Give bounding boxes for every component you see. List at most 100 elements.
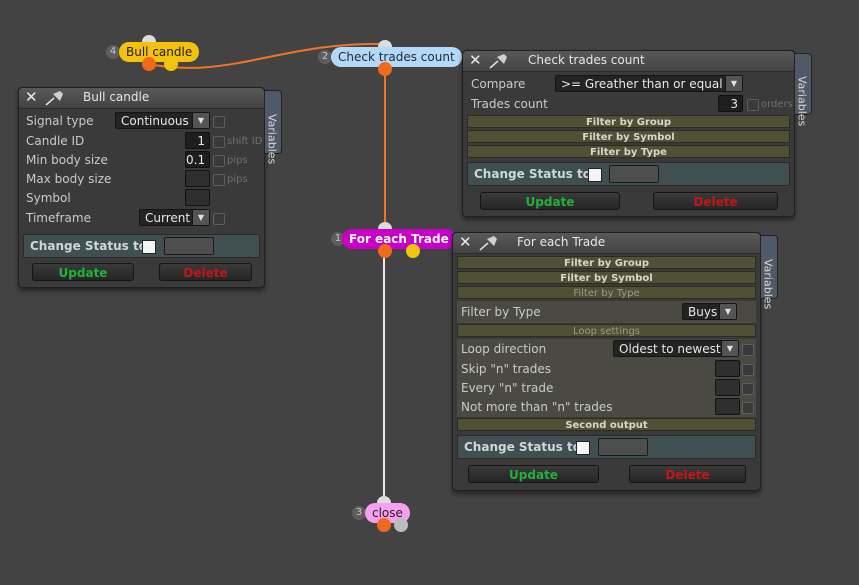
- loop-settings-header[interactable]: Loop settings: [457, 324, 756, 337]
- output-connector[interactable]: [378, 62, 392, 76]
- loop-direction-row: Loop direction Oldest to newest ▼: [457, 340, 756, 359]
- panel-title-bar[interactable]: ✕ Check trades count: [463, 51, 794, 72]
- node-check-trades-count[interactable]: 2 Check trades count: [318, 40, 462, 76]
- variables-tab[interactable]: Variables: [760, 235, 778, 309]
- signal-type-checkbox[interactable]: [213, 116, 225, 128]
- timeframe-label: Timeframe: [26, 211, 91, 225]
- status-color-swatch[interactable]: [598, 438, 648, 456]
- variables-tab[interactable]: Variables: [794, 53, 812, 126]
- max-body-label: Max body size: [26, 172, 112, 186]
- filter-by-symbol-header[interactable]: Filter by Symbol: [457, 271, 756, 284]
- for-each-trade-panel: ✕ For each Trade Variables Filter by Gro…: [452, 232, 778, 491]
- chevron-down-icon: ▼: [725, 76, 742, 91]
- loop-direction-checkbox[interactable]: [742, 344, 754, 356]
- panel-title: Bull candle: [83, 90, 150, 104]
- trades-count-input[interactable]: 3: [718, 95, 743, 112]
- timeframe-row: Timeframe Current ▼: [23, 209, 260, 228]
- node-label[interactable]: For each Trade: [342, 229, 456, 249]
- compare-select[interactable]: >= Greather than or equal to ▼: [555, 75, 743, 92]
- second-output-connector[interactable]: [164, 57, 178, 71]
- chevron-down-icon: ▼: [192, 113, 209, 128]
- trades-count-label: Trades count: [471, 97, 548, 111]
- max-body-input[interactable]: [185, 170, 210, 187]
- chevron-down-icon: ▼: [721, 341, 738, 356]
- second-output-connector[interactable]: [406, 244, 420, 258]
- panel-title: For each Trade: [517, 235, 606, 249]
- node-number: 3: [352, 506, 366, 520]
- pin-icon[interactable]: [43, 89, 65, 107]
- orders-label: orders: [761, 99, 793, 110]
- change-status-label: Change Status to: [474, 167, 591, 181]
- node-bull-candle[interactable]: 4 Bull candle: [106, 35, 200, 71]
- timeframe-checkbox[interactable]: [213, 213, 225, 225]
- close-icon[interactable]: ✕: [469, 53, 483, 68]
- update-button[interactable]: Update: [32, 263, 134, 281]
- node-label[interactable]: Check trades count: [331, 47, 462, 67]
- change-status-row: Change Status to: [467, 162, 790, 186]
- delete-button[interactable]: Delete: [653, 192, 778, 210]
- signal-type-label: Signal type: [26, 114, 94, 128]
- status-color-swatch[interactable]: [609, 165, 659, 183]
- signal-type-select[interactable]: Continuous ▼: [115, 112, 210, 129]
- loop-direction-select[interactable]: Oldest to newest ▼: [613, 340, 739, 357]
- pin-icon[interactable]: [477, 234, 499, 252]
- every-n-trade-input[interactable]: [715, 379, 740, 396]
- delete-button[interactable]: Delete: [629, 465, 746, 483]
- node-number: 2: [318, 50, 332, 64]
- panel-title-bar[interactable]: ✕ Bull candle: [19, 88, 264, 109]
- status-color-swatch[interactable]: [164, 237, 214, 255]
- every-n-trade-label: Every "n" trade: [461, 381, 554, 395]
- pin-icon[interactable]: [487, 52, 509, 70]
- compare-label: Compare: [471, 77, 526, 91]
- trades-count-checkbox[interactable]: [747, 99, 759, 111]
- bull-candle-panel: ✕ Bull candle Variables Signal type Cont…: [18, 87, 282, 288]
- not-more-than-input[interactable]: [715, 398, 740, 415]
- filter-by-group-header[interactable]: Filter by Group: [467, 115, 790, 128]
- output-connector[interactable]: [377, 518, 391, 532]
- symbol-label: Symbol: [26, 191, 71, 205]
- symbol-input[interactable]: [185, 189, 210, 206]
- filter-by-group-header[interactable]: Filter by Group: [457, 256, 756, 269]
- variables-tab[interactable]: Variables: [264, 90, 282, 164]
- node-label[interactable]: Bull candle: [119, 42, 200, 62]
- skip-n-trades-row: Skip "n" trades: [457, 360, 756, 379]
- change-status-checkbox[interactable]: [142, 240, 156, 254]
- max-body-row: Max body size pips: [23, 170, 260, 189]
- compare-row: Compare >= Greather than or equal to ▼: [467, 75, 790, 94]
- candle-id-label: Candle ID: [26, 134, 85, 148]
- timeframe-select[interactable]: Current ▼: [139, 209, 210, 226]
- min-body-input[interactable]: 0.1: [185, 151, 210, 168]
- update-button[interactable]: Update: [480, 192, 620, 210]
- change-status-checkbox[interactable]: [576, 441, 590, 455]
- every-n-trade-checkbox[interactable]: [742, 383, 754, 395]
- change-status-label: Change Status to: [464, 440, 581, 454]
- delete-button[interactable]: Delete: [159, 263, 252, 281]
- output-connector[interactable]: [378, 244, 392, 258]
- max-body-checkbox[interactable]: [213, 174, 225, 186]
- close-icon[interactable]: ✕: [25, 90, 39, 105]
- min-body-checkbox[interactable]: [213, 155, 225, 167]
- change-status-row: Change Status to: [23, 234, 260, 258]
- candle-id-input[interactable]: 1: [185, 132, 210, 149]
- second-output-connector[interactable]: [394, 518, 408, 532]
- filter-by-type-row: Filter by Type Buys ▼: [457, 301, 756, 323]
- output-connector[interactable]: [142, 57, 156, 71]
- not-more-than-checkbox[interactable]: [742, 402, 754, 414]
- skip-n-trades-input[interactable]: [715, 360, 740, 377]
- second-output-header[interactable]: Second output: [457, 418, 756, 431]
- min-body-row: Min body size 0.1 pips: [23, 151, 260, 170]
- close-icon[interactable]: ✕: [459, 235, 473, 250]
- filter-by-type-header[interactable]: Filter by Type: [467, 145, 790, 158]
- node-for-each-trade[interactable]: 1 For each Trade: [331, 222, 456, 258]
- filter-by-type-header[interactable]: Filter by Type: [457, 286, 756, 299]
- skip-n-trades-checkbox[interactable]: [742, 364, 754, 376]
- candle-id-checkbox[interactable]: [213, 136, 225, 148]
- update-button[interactable]: Update: [468, 465, 599, 483]
- node-number: 4: [106, 45, 120, 59]
- node-close[interactable]: 3 close: [352, 496, 416, 532]
- panel-title-bar[interactable]: ✕ For each Trade: [453, 233, 760, 254]
- filter-by-type-select[interactable]: Buys ▼: [682, 303, 737, 320]
- filter-by-symbol-header[interactable]: Filter by Symbol: [467, 130, 790, 143]
- change-status-checkbox[interactable]: [588, 168, 602, 182]
- change-status-row: Change Status to: [457, 435, 756, 459]
